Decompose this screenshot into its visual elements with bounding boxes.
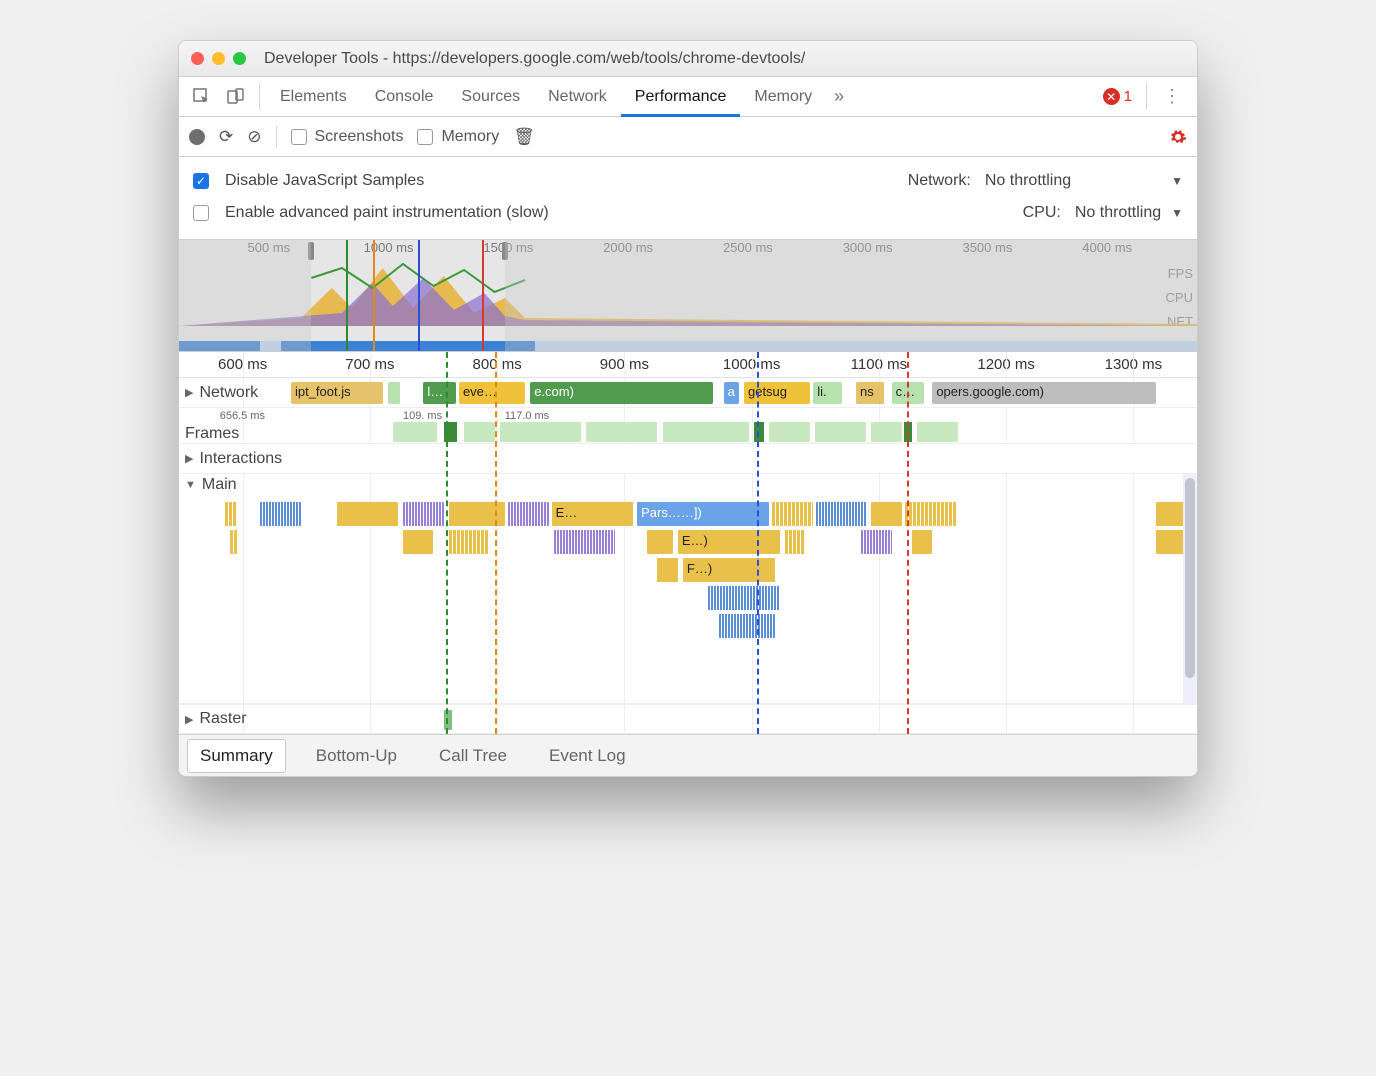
chevron-down-icon: ▼ [1171,206,1183,220]
panel-tab-network[interactable]: Network [534,77,621,116]
separator [1146,83,1147,110]
reload-record-button[interactable]: ⟳ [219,127,233,147]
clear-button[interactable]: ⊘ [247,127,261,147]
frame-duration-label: 109. ms [403,410,442,422]
main-track[interactable]: ▼Main E… Pars……]) [179,474,1197,704]
checkbox-icon: ✓ [193,173,209,189]
devtools-window: Developer Tools - https://developers.goo… [178,40,1198,777]
details-tabs: Summary Bottom-Up Call Tree Event Log [179,734,1197,776]
more-tabs-button[interactable]: » [826,77,852,116]
customize-devtools-button[interactable]: ⋮ [1153,77,1191,116]
ruler-tick: 1100 ms [851,356,907,373]
network-request[interactable]: getsug [744,382,810,404]
frames-track[interactable]: Frames 656.5 ms109. ms117.0 ms [179,408,1197,444]
performance-toolbar: ⟳ ⊘ Screenshots Memory 🗑 [179,117,1197,157]
network-request[interactable]: eve… [459,382,525,404]
ruler-tick: 1200 ms [977,356,1035,373]
network-request[interactable]: ns [856,382,885,404]
overview-tick: 4000 ms [1082,240,1132,255]
window-title: Developer Tools - https://developers.goo… [264,50,805,68]
capture-settings-button[interactable] [1169,128,1187,146]
error-icon: ✕ [1103,88,1120,105]
capture-settings-panel: ✓ Disable JavaScript Samples Network: No… [179,157,1197,240]
memory-checkbox[interactable]: Memory [417,128,499,146]
close-window-button[interactable] [191,52,204,65]
flamechart-panel: 600 ms 700 ms 800 ms 900 ms 1000 ms 1100 ms 12… [179,352,1197,734]
screenshots-checkbox[interactable]: Screenshots [291,128,404,146]
details-tab-call-tree[interactable]: Call Tree [427,740,519,772]
overview-tick: 500 ms [247,240,290,255]
timeline-overview[interactable]: 500 ms1000 ms1500 ms2000 ms2500 ms3000 m… [179,240,1197,352]
error-count: 1 [1124,88,1132,105]
network-request[interactable]: l… [423,382,456,404]
window-titlebar: Developer Tools - https://developers.goo… [179,41,1197,77]
overview-tick: 2500 ms [723,240,773,255]
overview-tick: 3500 ms [962,240,1012,255]
network-request[interactable]: opers.google.com) [932,382,1156,404]
separator [259,83,260,110]
frame-duration-label: 117.0 ms [505,410,549,422]
network-request[interactable]: c… [892,382,925,404]
network-track[interactable]: ▶Network ipt_foot.jsl…eve…e.com)agetsugl… [179,378,1197,408]
ruler-tick: 1300 ms [1105,356,1163,373]
inspect-element-icon[interactable] [185,77,219,116]
ruler-tick: 700 ms [345,356,394,373]
panel-tab-performance[interactable]: Performance [621,77,741,116]
selection-handle-left[interactable] [308,242,314,260]
network-request[interactable]: li. [813,382,842,404]
interactions-track[interactable]: ▶Interactions [179,444,1197,474]
panel-tab-memory[interactable]: Memory [740,77,826,116]
overview-selection[interactable] [311,240,504,351]
raster-track[interactable]: ▶Raster [179,704,1197,734]
collect-garbage-button[interactable]: 🗑 [513,127,535,147]
disable-js-samples-checkbox[interactable]: ✓ Disable JavaScript Samples [193,172,424,190]
vertical-scrollbar[interactable] [1183,474,1197,703]
panel-tab-elements[interactable]: Elements [266,77,361,116]
network-request[interactable]: ipt_foot.js [291,382,383,404]
enable-paint-instrumentation-checkbox[interactable]: Enable advanced paint instrumentation (s… [193,204,549,222]
checkbox-icon [417,129,433,145]
separator [276,126,277,148]
ruler-tick: 600 ms [218,356,267,373]
ruler-tick: 800 ms [473,356,522,373]
network-throttle-select[interactable]: No throttling ▼ [985,172,1183,190]
ruler-tick: 900 ms [600,356,649,373]
panel-tabs: ElementsConsoleSourcesNetworkPerformance… [179,77,1197,117]
panel-tab-sources[interactable]: Sources [447,77,534,116]
details-tab-event-log[interactable]: Event Log [537,740,638,772]
checkbox-icon [193,205,209,221]
cpu-throttle-label: CPU: [1023,204,1061,222]
ruler-tick: 1000 ms [723,356,781,373]
network-throttle-label: Network: [908,172,971,190]
details-tab-summary[interactable]: Summary [187,739,286,773]
minimize-window-button[interactable] [212,52,225,65]
selection-handle-right[interactable] [502,242,508,260]
toggle-device-toolbar-icon[interactable] [219,77,253,116]
record-button[interactable] [189,129,205,145]
cpu-throttle-select[interactable]: No throttling ▼ [1075,204,1183,222]
details-tab-bottom-up[interactable]: Bottom-Up [304,740,409,772]
checkbox-icon [291,129,307,145]
zoom-window-button[interactable] [233,52,246,65]
overview-tick: 3000 ms [843,240,893,255]
network-request[interactable]: a [724,382,739,404]
console-errors-indicator[interactable]: ✕ 1 [1095,77,1140,116]
network-request[interactable]: e.com) [530,382,713,404]
panel-tab-console[interactable]: Console [361,77,448,116]
overview-tick: 2000 ms [603,240,653,255]
network-request[interactable] [388,382,400,404]
timeline-ruler[interactable]: 600 ms 700 ms 800 ms 900 ms 1000 ms 1100 ms 12… [179,352,1197,378]
chevron-down-icon: ▼ [1171,174,1183,188]
